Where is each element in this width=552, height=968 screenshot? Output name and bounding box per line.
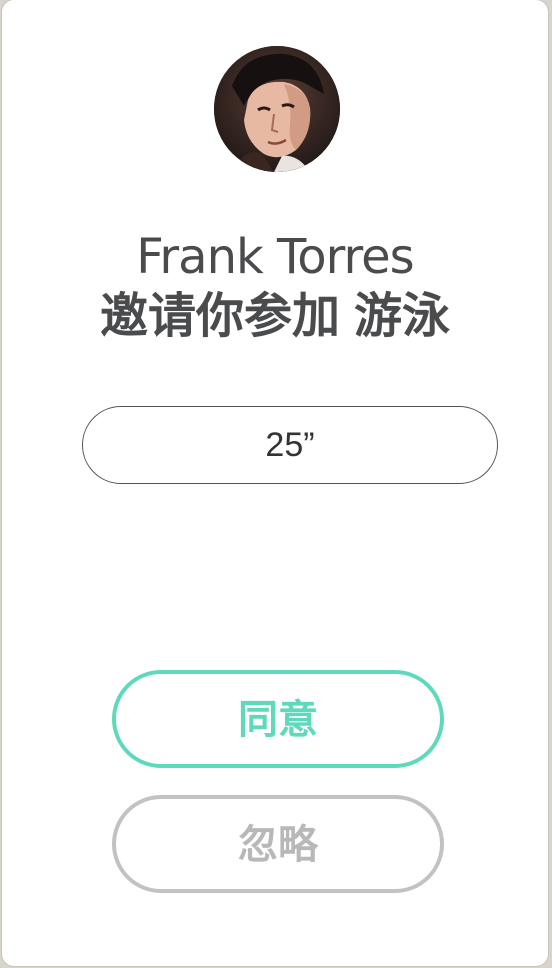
inviter-name: Frank Torres: [136, 229, 414, 285]
invitation-card: Frank Torres 邀请你参加 游泳 25” 同意 忽略: [2, 0, 548, 966]
invite-text: 邀请你参加: [99, 288, 340, 344]
inviter-avatar: [214, 46, 340, 172]
ignore-button[interactable]: 忽略: [112, 795, 444, 893]
agree-button[interactable]: 同意: [112, 670, 444, 768]
user-avatar-icon: [214, 46, 340, 172]
countdown-timer: 25”: [82, 406, 498, 484]
invite-activity: 游泳: [354, 288, 451, 344]
invite-message: 邀请你参加 游泳: [2, 286, 548, 346]
